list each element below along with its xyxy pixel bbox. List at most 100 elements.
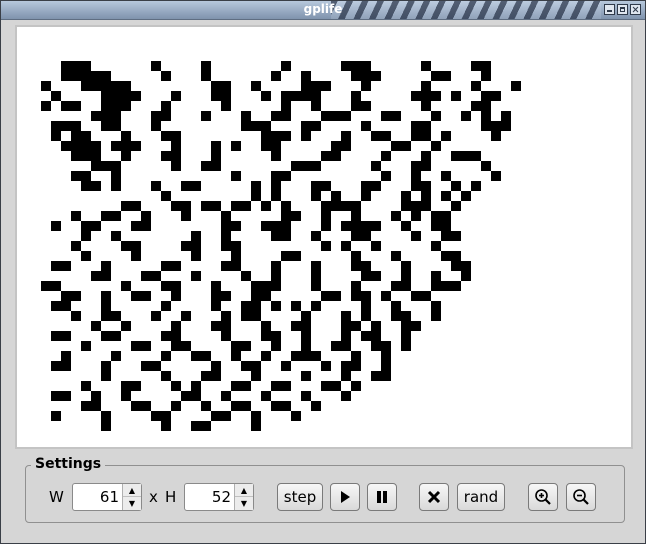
live-cell <box>101 81 111 91</box>
live-cell <box>101 291 111 301</box>
live-cell <box>271 71 281 81</box>
zoom-out-button[interactable] <box>566 483 596 511</box>
live-cell <box>211 321 221 331</box>
clear-button[interactable] <box>419 483 449 511</box>
live-cell <box>411 131 421 141</box>
clear-icon <box>427 490 441 504</box>
live-cell <box>351 251 361 261</box>
chevron-up-icon[interactable]: ▲ <box>235 484 253 497</box>
live-cell <box>271 191 281 201</box>
width-spinbox[interactable]: ▲ ▼ <box>72 483 142 511</box>
live-cell <box>191 231 201 241</box>
live-cell <box>231 241 241 251</box>
live-cell <box>411 171 421 181</box>
live-cell <box>421 181 431 191</box>
app-window: gplife Settings W ▲ ▼ x H ▲ ▼ step <box>0 0 646 544</box>
live-cell <box>171 261 181 271</box>
live-cell <box>211 281 221 291</box>
life-board[interactable] <box>15 25 633 449</box>
chevron-down-icon[interactable]: ▼ <box>235 497 253 510</box>
live-cell <box>141 221 151 231</box>
live-cell <box>261 281 271 291</box>
height-input[interactable] <box>185 484 233 510</box>
live-cell <box>201 161 211 171</box>
live-cell <box>481 91 491 101</box>
zoom-in-button[interactable] <box>528 483 558 511</box>
height-spinbox[interactable]: ▲ ▼ <box>184 483 254 511</box>
live-cell <box>241 111 251 121</box>
live-cell <box>161 301 171 311</box>
live-cell <box>251 181 261 191</box>
play-button[interactable] <box>330 483 360 511</box>
live-cell <box>201 201 211 211</box>
close-icon[interactable] <box>630 4 641 15</box>
step-button[interactable]: step <box>277 483 323 511</box>
maximize-icon[interactable] <box>617 4 628 15</box>
live-cell <box>121 131 131 141</box>
live-cell <box>361 191 371 201</box>
live-cell <box>161 101 171 111</box>
live-cell <box>471 181 481 191</box>
minimize-icon[interactable] <box>604 4 615 15</box>
life-board-grid <box>41 61 521 431</box>
live-cell <box>161 411 171 421</box>
live-cell <box>131 251 141 261</box>
live-cell <box>371 321 381 331</box>
live-cell <box>201 71 211 81</box>
live-cell <box>121 101 131 111</box>
live-cell <box>321 361 331 371</box>
live-cell <box>291 411 301 421</box>
live-cell <box>401 141 411 151</box>
live-cell <box>321 201 331 211</box>
live-cell <box>281 251 291 261</box>
live-cell <box>241 201 251 211</box>
live-cell <box>301 131 311 141</box>
chevron-up-icon[interactable]: ▲ <box>123 484 141 497</box>
live-cell <box>431 71 441 81</box>
width-input[interactable] <box>73 484 121 510</box>
live-cell <box>121 201 131 211</box>
live-cell <box>111 121 121 131</box>
live-cell <box>381 171 391 181</box>
live-cell <box>101 161 111 171</box>
live-cell <box>231 141 241 151</box>
live-cell <box>171 201 181 211</box>
live-cell <box>471 61 481 71</box>
live-cell <box>161 111 171 121</box>
live-cell <box>121 241 131 251</box>
live-cell <box>441 211 451 221</box>
live-cell <box>221 411 231 421</box>
live-cell <box>101 211 111 221</box>
live-cell <box>151 271 161 281</box>
chevron-down-icon[interactable]: ▼ <box>123 497 141 510</box>
live-cell <box>161 331 171 341</box>
live-cell <box>161 421 171 431</box>
live-cell <box>441 281 451 291</box>
live-cell <box>161 191 171 201</box>
live-cell <box>81 151 91 161</box>
pause-icon <box>377 491 387 503</box>
live-cell <box>311 271 321 281</box>
live-cell <box>471 151 481 161</box>
title-bar[interactable]: gplife <box>1 1 645 20</box>
live-cell <box>271 281 281 291</box>
live-cell <box>271 171 281 181</box>
live-cell <box>341 221 351 231</box>
live-cell <box>101 71 111 81</box>
live-cell <box>271 381 281 391</box>
rand-button[interactable]: rand <box>457 483 505 511</box>
live-cell <box>441 251 451 261</box>
live-cell <box>291 321 301 331</box>
live-cell <box>41 101 51 111</box>
live-cell <box>381 131 391 141</box>
live-cell <box>91 161 101 171</box>
live-cell <box>271 131 281 141</box>
live-cell <box>411 181 421 191</box>
live-cell <box>381 291 391 301</box>
pause-button[interactable] <box>367 483 397 511</box>
live-cell <box>71 141 81 151</box>
live-cell <box>281 211 291 221</box>
live-cell <box>51 361 61 371</box>
live-cell <box>301 161 311 171</box>
live-cell <box>111 111 121 121</box>
